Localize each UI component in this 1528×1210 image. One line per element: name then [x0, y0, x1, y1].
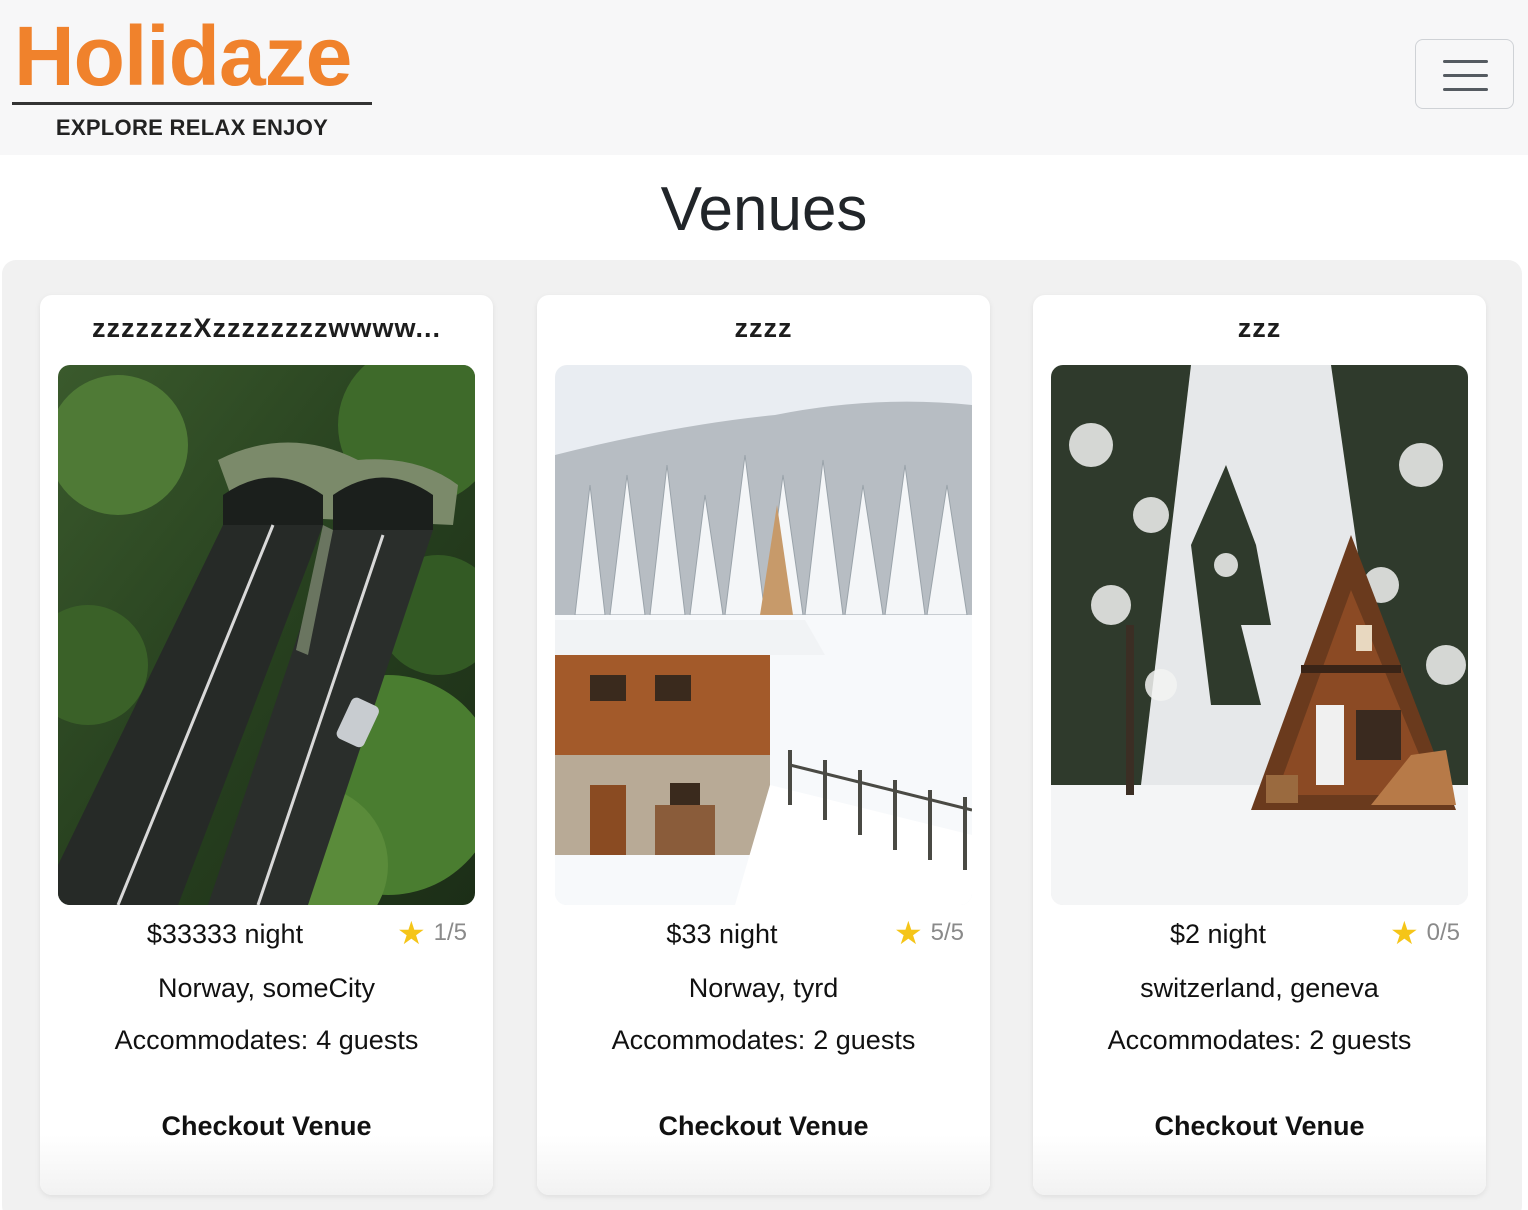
venue-card: zzzzzzzXzzzzzzzzwwww... $33333 night ★ 1… — [40, 295, 493, 1195]
venue-image — [555, 365, 972, 905]
menu-bar — [1443, 60, 1488, 63]
venue-price: $2 night — [1033, 919, 1403, 950]
venue-card: zzzz $33 night ★ 5/5 Norway, tyrd Accomm… — [537, 295, 990, 1195]
venue-name: zzzz — [734, 313, 793, 343]
navbar: Holidaze EXPLORE RELAX ENJOY — [0, 0, 1528, 155]
venue-price: $33 night — [537, 919, 907, 950]
brand-tagline: EXPLORE RELAX ENJOY — [55, 115, 329, 140]
price-unit: night — [719, 919, 778, 949]
venue-name: zzz — [1237, 313, 1282, 343]
price-unit: night — [1207, 919, 1267, 949]
capacity-value: 2 guests — [813, 1025, 916, 1055]
price-unit: night — [244, 919, 304, 949]
venue-card: zzz $2 night ★ 0/5 switzerland, geneva A… — [1033, 295, 1486, 1195]
star-icon: ★ — [893, 915, 923, 951]
venue-rating: ★ 1/5 — [397, 917, 467, 949]
checkout-venue-button[interactable]: Checkout Venue — [1033, 1111, 1486, 1142]
brand-logo[interactable]: Holidaze EXPLORE RELAX ENJOY — [12, 12, 372, 141]
venue-capacity: Accommodates: 4 guests — [40, 1025, 493, 1056]
capacity-value: 4 guests — [316, 1025, 419, 1055]
capacity-label: Accommodates: — [114, 1025, 309, 1055]
venue-image — [58, 365, 475, 905]
venue-location: Norway, someCity — [157, 973, 376, 1003]
capacity-value: 2 guests — [1309, 1025, 1412, 1055]
price-amount: $2 — [1169, 919, 1200, 949]
venue-rating: ★ 0/5 — [1390, 917, 1460, 949]
venue-location: Norway, tyrd — [688, 973, 839, 1003]
venue-capacity: Accommodates: 2 guests — [1033, 1025, 1486, 1056]
checkout-venue-button[interactable]: Checkout Venue — [40, 1111, 493, 1142]
menu-bar — [1443, 74, 1488, 77]
capacity-label: Accommodates: — [611, 1025, 806, 1055]
hamburger-menu-icon[interactable] — [1415, 39, 1514, 109]
price-amount: $33 — [666, 919, 712, 949]
venue-capacity: Accommodates: 2 guests — [537, 1025, 990, 1056]
menu-bar — [1443, 88, 1488, 91]
rating-value: 1/5 — [433, 919, 467, 946]
venue-name: zzzzzzzXzzzzzzzzwwww... — [91, 313, 442, 343]
star-icon: ★ — [1389, 915, 1419, 951]
star-icon: ★ — [396, 915, 426, 951]
checkout-venue-button[interactable]: Checkout Venue — [537, 1111, 990, 1142]
page-title: Venues — [660, 175, 868, 244]
capacity-label: Accommodates: — [1107, 1025, 1302, 1055]
brand-name: Holidaze — [14, 9, 352, 103]
rating-value: 0/5 — [1426, 919, 1460, 946]
venue-location: switzerland, geneva — [1140, 973, 1379, 1003]
price-amount: $33333 — [146, 919, 238, 949]
venue-rating: ★ 5/5 — [894, 917, 964, 949]
venue-price: $33333 night — [40, 919, 410, 950]
rating-value: 5/5 — [930, 919, 964, 946]
venue-image — [1051, 365, 1468, 905]
